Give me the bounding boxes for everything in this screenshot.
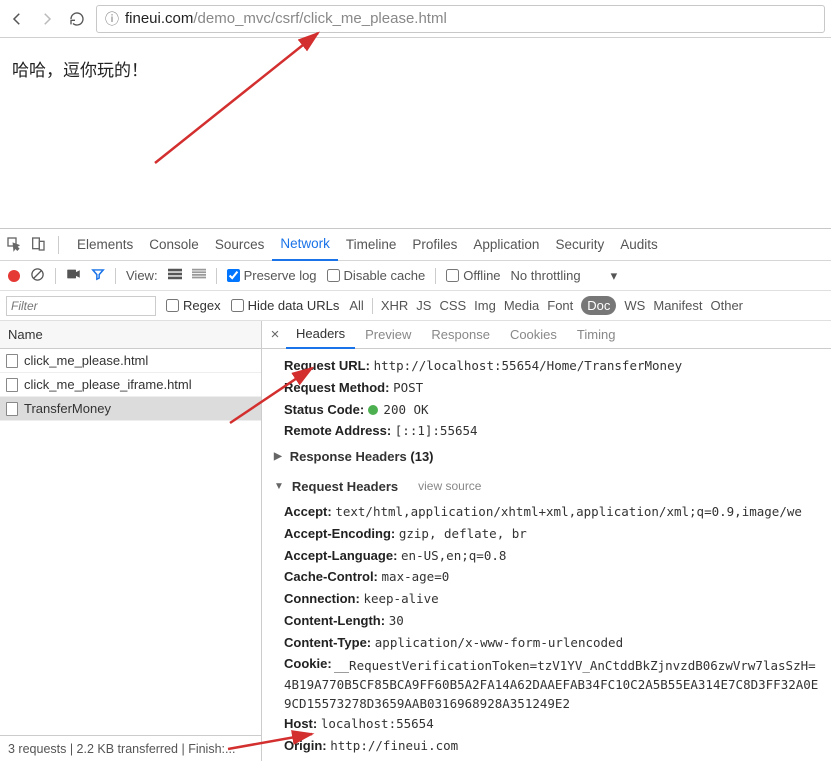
view-source-link[interactable]: view source bbox=[418, 477, 481, 495]
document-icon bbox=[6, 402, 18, 416]
triangle-down-icon: ▼ bbox=[274, 479, 284, 494]
request-item[interactable]: click_me_please_iframe.html bbox=[0, 373, 261, 397]
request-method-row: Request Method: POST bbox=[274, 377, 819, 399]
header-cookie-value: __RequestVerificationToken=tzV1YV_AnCtdd… bbox=[274, 657, 819, 713]
throttling-dropdown[interactable]: No throttling▾ bbox=[511, 268, 618, 284]
tab-elements[interactable]: Elements bbox=[69, 229, 141, 261]
tab-network[interactable]: Network bbox=[272, 229, 338, 261]
tab-timeline[interactable]: Timeline bbox=[338, 229, 405, 261]
header-host: Host: localhost:55654 bbox=[274, 713, 819, 735]
filter-type-manifest[interactable]: Manifest bbox=[653, 298, 702, 313]
header-accept-encoding: Accept-Encoding: gzip, deflate, br bbox=[274, 523, 819, 545]
header-cache-control: Cache-Control: max-age=0 bbox=[274, 566, 819, 588]
view-large-icon[interactable] bbox=[168, 268, 182, 283]
status-bar: 3 requests | 2.2 KB transferred | Finish… bbox=[0, 735, 261, 761]
close-icon[interactable]: × bbox=[266, 326, 284, 344]
detail-tab-headers[interactable]: Headers bbox=[286, 321, 355, 349]
network-toolbar: View: Preserve log Disable cache Offline… bbox=[0, 261, 831, 291]
header-accept: Accept: text/html,application/xhtml+xml,… bbox=[274, 501, 819, 523]
tab-audits[interactable]: Audits bbox=[612, 229, 666, 261]
filter-type-img[interactable]: Img bbox=[474, 298, 496, 313]
request-item[interactable]: click_me_please.html bbox=[0, 349, 261, 373]
status-dot-icon bbox=[368, 405, 378, 415]
detail-tab-timing[interactable]: Timing bbox=[567, 321, 626, 349]
hide-data-urls-checkbox[interactable]: Hide data URLs bbox=[231, 298, 340, 313]
filter-type-css[interactable]: CSS bbox=[439, 298, 466, 313]
filter-type-all[interactable]: All bbox=[349, 298, 363, 313]
filter-type-xhr[interactable]: XHR bbox=[381, 298, 408, 313]
request-detail: × HeadersPreviewResponseCookiesTiming Re… bbox=[262, 321, 831, 761]
status-code-row: Status Code: 200 OK bbox=[274, 399, 819, 421]
remote-address-row: Remote Address: [::1]:55654 bbox=[274, 420, 819, 442]
tab-sources[interactable]: Sources bbox=[207, 229, 273, 261]
devtools-tabs: ElementsConsoleSourcesNetworkTimelinePro… bbox=[0, 229, 831, 261]
back-button[interactable] bbox=[6, 8, 28, 30]
view-small-icon[interactable] bbox=[192, 268, 206, 283]
regex-checkbox[interactable]: Regex bbox=[166, 298, 221, 313]
filter-type-font[interactable]: Font bbox=[547, 298, 573, 313]
address-bar[interactable]: ⓘ fineui.com/demo_mvc/csrf/click_me_plea… bbox=[96, 5, 825, 33]
headers-panel: Request URL: http://localhost:55654/Home… bbox=[262, 349, 831, 761]
request-url-row: Request URL: http://localhost:55654/Home… bbox=[274, 355, 819, 377]
detail-tabs: × HeadersPreviewResponseCookiesTiming bbox=[262, 321, 831, 349]
devtools: ElementsConsoleSourcesNetworkTimelinePro… bbox=[0, 228, 831, 761]
header-referer: Referer: http://fineui.com/demo_mvc/csrf… bbox=[274, 757, 819, 761]
inspect-icon[interactable] bbox=[6, 236, 24, 254]
preserve-log-checkbox[interactable]: Preserve log bbox=[227, 268, 317, 283]
clear-icon[interactable] bbox=[30, 267, 45, 285]
request-list: Name click_me_please.html click_me_please… bbox=[0, 321, 262, 761]
page-text: 哈哈，逗你玩的！ bbox=[12, 61, 148, 80]
request-item[interactable]: TransferMoney bbox=[0, 397, 261, 421]
detail-tab-cookies[interactable]: Cookies bbox=[500, 321, 567, 349]
page-content: 哈哈，逗你玩的！ bbox=[0, 38, 831, 228]
header-origin: Origin: http://fineui.com bbox=[274, 735, 819, 757]
filter-type-js[interactable]: JS bbox=[416, 298, 431, 313]
filter-type-other[interactable]: Other bbox=[711, 298, 744, 313]
device-icon[interactable] bbox=[30, 236, 48, 254]
header-content-type: Content-Type: application/x-www-form-url… bbox=[274, 632, 819, 654]
tab-security[interactable]: Security bbox=[547, 229, 612, 261]
tab-application[interactable]: Application bbox=[465, 229, 547, 261]
filter-input[interactable] bbox=[6, 296, 156, 316]
filter-type-media[interactable]: Media bbox=[504, 298, 539, 313]
filter-bar: Regex Hide data URLs All XHR JS CSS Img Media… bbox=[0, 291, 831, 321]
info-icon: ⓘ bbox=[105, 9, 119, 29]
record-button[interactable] bbox=[8, 270, 20, 282]
detail-tab-response[interactable]: Response bbox=[421, 321, 500, 349]
filter-icon[interactable] bbox=[91, 267, 105, 284]
tab-profiles[interactable]: Profiles bbox=[404, 229, 465, 261]
view-label: View: bbox=[126, 268, 158, 283]
header-accept-language: Accept-Language: en-US,en;q=0.8 bbox=[274, 545, 819, 567]
chevron-down-icon: ▾ bbox=[611, 268, 618, 284]
tab-console[interactable]: Console bbox=[141, 229, 207, 261]
browser-toolbar: ⓘ fineui.com/demo_mvc/csrf/click_me_plea… bbox=[0, 0, 831, 38]
response-headers-section[interactable]: ▶Response Headers (13) bbox=[274, 442, 819, 472]
request-headers-section[interactable]: ▼Request Headersview source bbox=[274, 472, 819, 502]
detail-tab-preview[interactable]: Preview bbox=[355, 321, 421, 349]
header-content-length: Content-Length: 30 bbox=[274, 610, 819, 632]
forward-button[interactable] bbox=[36, 8, 58, 30]
request-item-label: click_me_please.html bbox=[24, 353, 148, 368]
camera-icon[interactable] bbox=[66, 268, 81, 283]
document-icon bbox=[6, 354, 18, 368]
triangle-right-icon: ▶ bbox=[274, 449, 282, 464]
disable-cache-checkbox[interactable]: Disable cache bbox=[327, 268, 426, 283]
reload-button[interactable] bbox=[66, 8, 88, 30]
filter-type-ws[interactable]: WS bbox=[624, 298, 645, 313]
filter-type-doc[interactable]: Doc bbox=[581, 296, 616, 315]
document-icon bbox=[6, 378, 18, 392]
request-item-label: click_me_please_iframe.html bbox=[24, 377, 192, 392]
offline-checkbox[interactable]: Offline bbox=[446, 268, 500, 283]
header-connection: Connection: keep-alive bbox=[274, 588, 819, 610]
request-list-header[interactable]: Name bbox=[0, 321, 261, 349]
url-host: fineui.com/demo_mvc/csrf/click_me_please… bbox=[125, 10, 447, 27]
request-item-label: TransferMoney bbox=[24, 401, 111, 416]
